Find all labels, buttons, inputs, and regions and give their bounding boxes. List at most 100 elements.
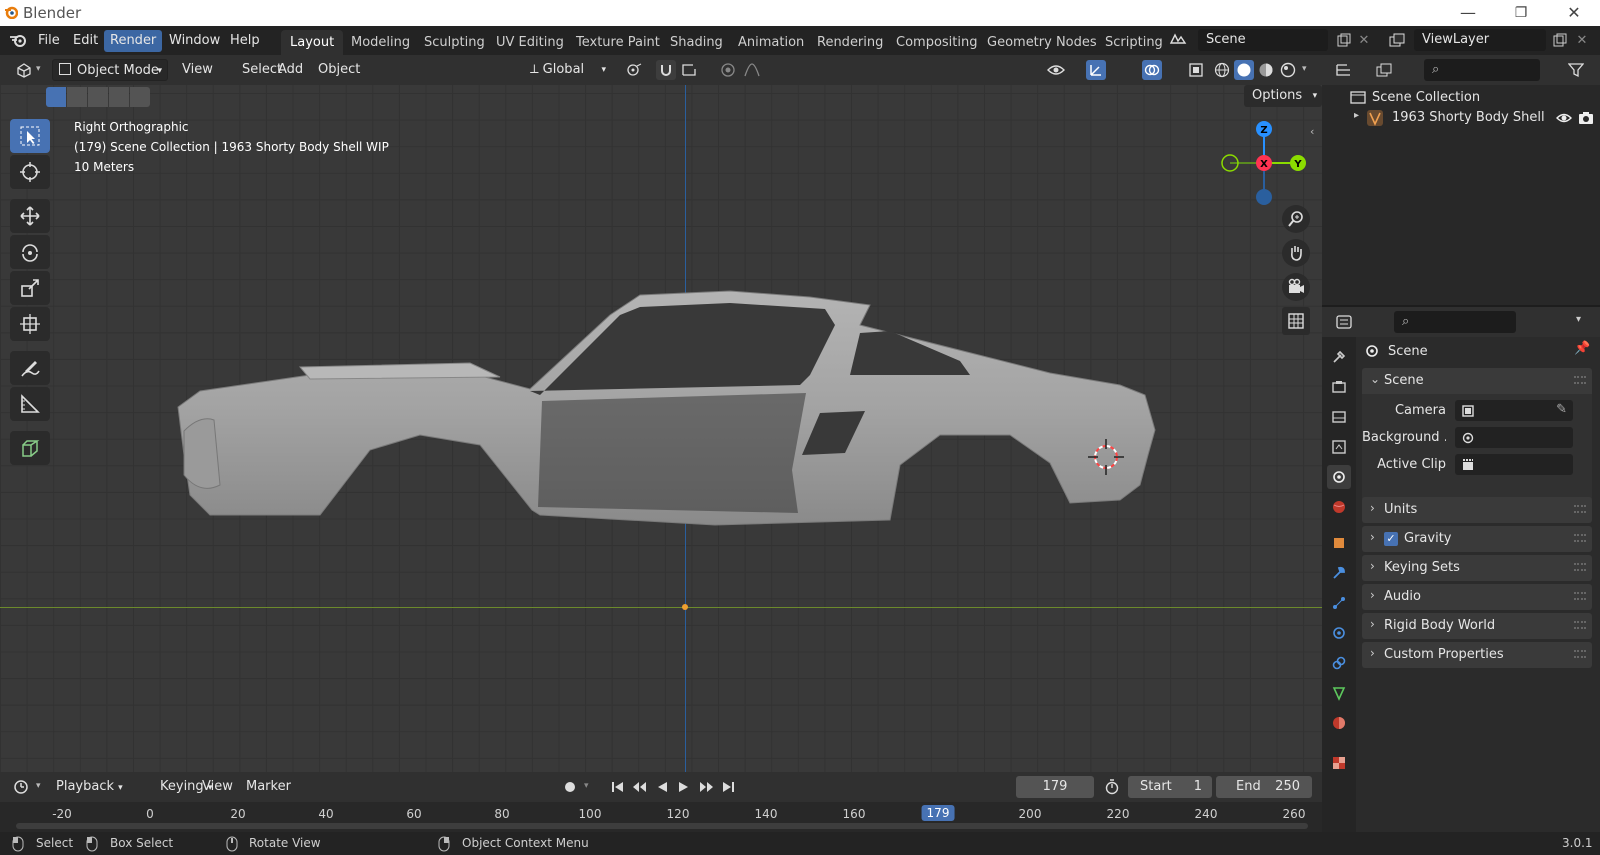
shading-solid-icon[interactable]: [1234, 60, 1254, 80]
menu-render[interactable]: Render: [104, 30, 163, 52]
outliner-search-input[interactable]: ⌕: [1424, 59, 1540, 81]
blender-menu-icon[interactable]: [8, 30, 28, 50]
select-box-tool-icon[interactable]: [10, 119, 50, 153]
properties-options-chevron-icon[interactable]: ▾: [1576, 314, 1581, 325]
close-button[interactable]: ✕: [1559, 3, 1589, 23]
options-dropdown[interactable]: Options ▾: [1244, 85, 1322, 107]
scene-selector-icon[interactable]: [1168, 30, 1188, 50]
new-scene-icon[interactable]: [1334, 30, 1354, 50]
auto-keying-icon[interactable]: [560, 777, 580, 797]
timeline-view-menu[interactable]: View: [196, 776, 239, 798]
jump-keyframe-back-icon[interactable]: [630, 777, 650, 797]
tab-physics-icon[interactable]: [1327, 621, 1351, 645]
play-reverse-icon[interactable]: [652, 777, 672, 797]
tab-world-icon[interactable]: [1327, 495, 1351, 519]
tab-scripting[interactable]: Scripting: [1096, 30, 1172, 55]
perspective-toggle-icon[interactable]: [1282, 307, 1310, 335]
viewport-menu-view[interactable]: View: [176, 59, 219, 81]
car-body-shell[interactable]: [170, 285, 1210, 545]
cursor-tool-icon[interactable]: [10, 155, 50, 189]
outliner-scene-collection[interactable]: Scene Collection: [1350, 87, 1480, 107]
object-mode-dropdown[interactable]: Object Mode ▾: [52, 59, 168, 81]
current-frame-field[interactable]: 179: [1016, 776, 1094, 798]
tab-particles-icon[interactable]: [1327, 591, 1351, 615]
tab-compositing[interactable]: Compositing: [887, 30, 987, 55]
expand-arrow-icon[interactable]: ▸: [1354, 110, 1359, 121]
rigid-body-world-panel[interactable]: › Rigid Body World: [1362, 613, 1592, 639]
tab-sculpting[interactable]: Sculpting: [415, 30, 494, 55]
shading-rendered-icon[interactable]: [1278, 60, 1298, 80]
editor-type-icon[interactable]: [14, 60, 34, 80]
falloff-icon[interactable]: [742, 60, 762, 80]
menu-file[interactable]: File: [32, 30, 66, 52]
playhead-frame-indicator[interactable]: 179: [921, 805, 955, 821]
keying-options-chevron-icon[interactable]: ▾: [584, 781, 589, 791]
rotate-tool-icon[interactable]: [10, 235, 50, 269]
custom-properties-panel[interactable]: › Custom Properties: [1362, 642, 1592, 668]
sidebar-toggle-icon[interactable]: ‹: [1310, 125, 1314, 138]
jump-keyframe-forward-icon[interactable]: [696, 777, 716, 797]
gizmo-neg-z-icon[interactable]: [1256, 189, 1272, 205]
tab-output-icon[interactable]: [1327, 405, 1351, 429]
keying-sets-panel[interactable]: › Keying Sets: [1362, 555, 1592, 581]
transform-tool-icon[interactable]: [10, 307, 50, 341]
snap-target-icon[interactable]: [680, 60, 700, 80]
tab-texture-paint[interactable]: Texture Paint: [567, 30, 669, 55]
playback-menu[interactable]: Playback ▾: [50, 776, 129, 798]
move-tool-icon[interactable]: [10, 199, 50, 233]
start-frame-field[interactable]: Start 1: [1128, 776, 1212, 798]
outliner-row[interactable]: ▸ 1963 Shorty Body Shell: [1322, 108, 1600, 128]
active-clip-field[interactable]: [1455, 454, 1573, 475]
tab-rendering[interactable]: Rendering: [808, 30, 892, 55]
maximize-button[interactable]: ❐: [1506, 3, 1536, 23]
visibility-selectability-icon[interactable]: [1046, 60, 1066, 80]
transform-orientation-dropdown[interactable]: ⟂ Global ▾: [524, 59, 610, 81]
tab-animation[interactable]: Animation: [729, 30, 813, 55]
audio-grip-icon[interactable]: [1574, 592, 1586, 600]
tab-constraints-icon[interactable]: [1327, 651, 1351, 675]
viewlayer-name-field[interactable]: ViewLayer: [1414, 29, 1546, 51]
camera-field[interactable]: ✎: [1455, 400, 1573, 421]
camera-render-icon[interactable]: [1578, 111, 1594, 125]
tab-view-layer-icon[interactable]: [1327, 435, 1351, 459]
eye-icon[interactable]: [1556, 111, 1572, 125]
select-mode-subtract-icon[interactable]: [88, 87, 108, 107]
menu-edit[interactable]: Edit: [67, 30, 104, 52]
tab-render-icon[interactable]: [1327, 375, 1351, 399]
tab-layout[interactable]: Layout: [281, 30, 344, 55]
custom-properties-grip-icon[interactable]: [1574, 650, 1586, 658]
tab-modeling[interactable]: Modeling: [342, 30, 419, 55]
units-grip-icon[interactable]: [1574, 505, 1586, 513]
background-scene-field[interactable]: [1455, 427, 1573, 448]
jump-start-icon[interactable]: [608, 777, 628, 797]
units-panel[interactable]: › Units: [1362, 497, 1592, 523]
select-mode-extend-icon[interactable]: [67, 87, 87, 107]
end-frame-field[interactable]: End 250: [1216, 776, 1312, 798]
viewport-menu-object[interactable]: Object: [312, 59, 366, 81]
preview-range-icon[interactable]: [1102, 777, 1122, 797]
navigation-gizmo[interactable]: Z Y X: [1216, 115, 1316, 209]
tab-modifiers-icon[interactable]: [1327, 561, 1351, 585]
minimize-button[interactable]: —: [1453, 3, 1483, 23]
select-mode-set-icon[interactable]: [46, 87, 66, 107]
outliner-editor-type-icon[interactable]: [1334, 60, 1354, 80]
audio-panel[interactable]: › Audio: [1362, 584, 1592, 610]
tab-data-icon[interactable]: [1327, 681, 1351, 705]
keying-sets-grip-icon[interactable]: [1574, 563, 1586, 571]
tab-object-icon[interactable]: [1327, 531, 1351, 555]
gizmo-toggle-icon[interactable]: [1086, 60, 1106, 80]
add-cube-tool-icon[interactable]: [10, 431, 50, 465]
eyedropper-icon[interactable]: ✎: [1556, 402, 1567, 417]
pivot-point-icon[interactable]: [624, 60, 644, 80]
scale-tool-icon[interactable]: [10, 271, 50, 305]
delete-viewlayer-icon[interactable]: ✕: [1572, 30, 1592, 50]
3d-viewport[interactable]: Options ▾ Right Orthographic (179) Scene…: [0, 85, 1322, 772]
viewlayer-selector-icon[interactable]: [1387, 30, 1407, 50]
scene-panel-header[interactable]: ⌄ Scene: [1362, 368, 1592, 394]
select-mode-intersect-icon[interactable]: [130, 87, 150, 107]
menu-window[interactable]: Window: [163, 30, 226, 52]
new-viewlayer-icon[interactable]: [1550, 30, 1570, 50]
properties-search-input[interactable]: ⌕: [1394, 311, 1516, 333]
select-mode-invert-icon[interactable]: [109, 87, 129, 107]
tab-texture-icon[interactable]: [1327, 751, 1351, 775]
